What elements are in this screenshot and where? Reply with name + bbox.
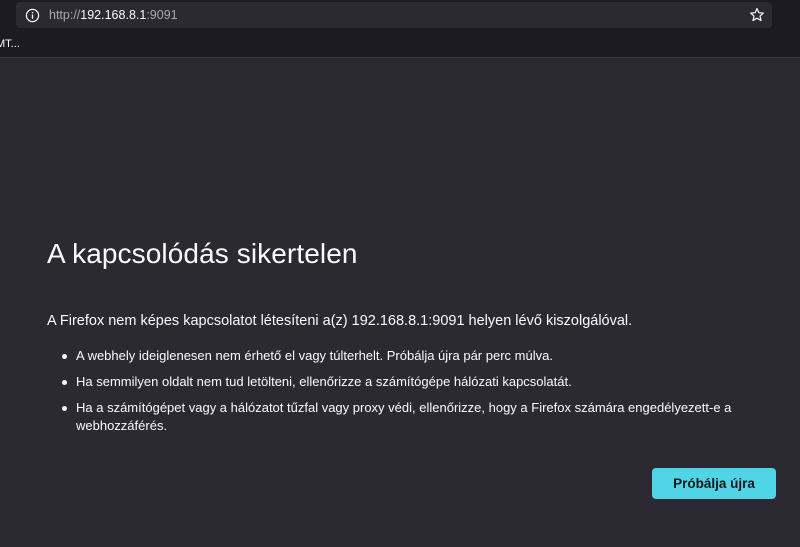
bookmark-item[interactable]: MT... (0, 38, 20, 50)
page-title: A kapcsolódás sikertelen (47, 238, 358, 269)
error-page: A kapcsolódás sikertelen A Firefox nem k… (0, 58, 800, 547)
url-host: 192.168.8.1 (80, 8, 147, 22)
bookmarks-toolbar: MT... (0, 32, 800, 58)
error-description: A Firefox nem képes kapcsolatot létesíte… (47, 313, 633, 329)
retry-button[interactable]: Próbálja újra (652, 468, 776, 499)
info-icon[interactable] (25, 8, 40, 23)
url-port: :9091 (146, 8, 178, 22)
url-scheme: http:// (49, 8, 81, 22)
address-bar[interactable]: http://192.168.8.1:9091 (16, 2, 772, 28)
list-item: Ha a számítógépet vagy a hálózatot tűzfa… (62, 399, 792, 435)
url-text[interactable]: http://192.168.8.1:9091 (49, 8, 178, 22)
suggestion-list: A webhely ideiglenesen nem érhető el vag… (62, 347, 792, 443)
list-item: Ha semmilyen oldalt nem tud letölteni, e… (62, 373, 792, 391)
star-icon[interactable] (748, 6, 766, 24)
list-item: A webhely ideiglenesen nem érhető el vag… (62, 347, 792, 365)
browser-toolbar: http://192.168.8.1:9091 (0, 0, 800, 32)
